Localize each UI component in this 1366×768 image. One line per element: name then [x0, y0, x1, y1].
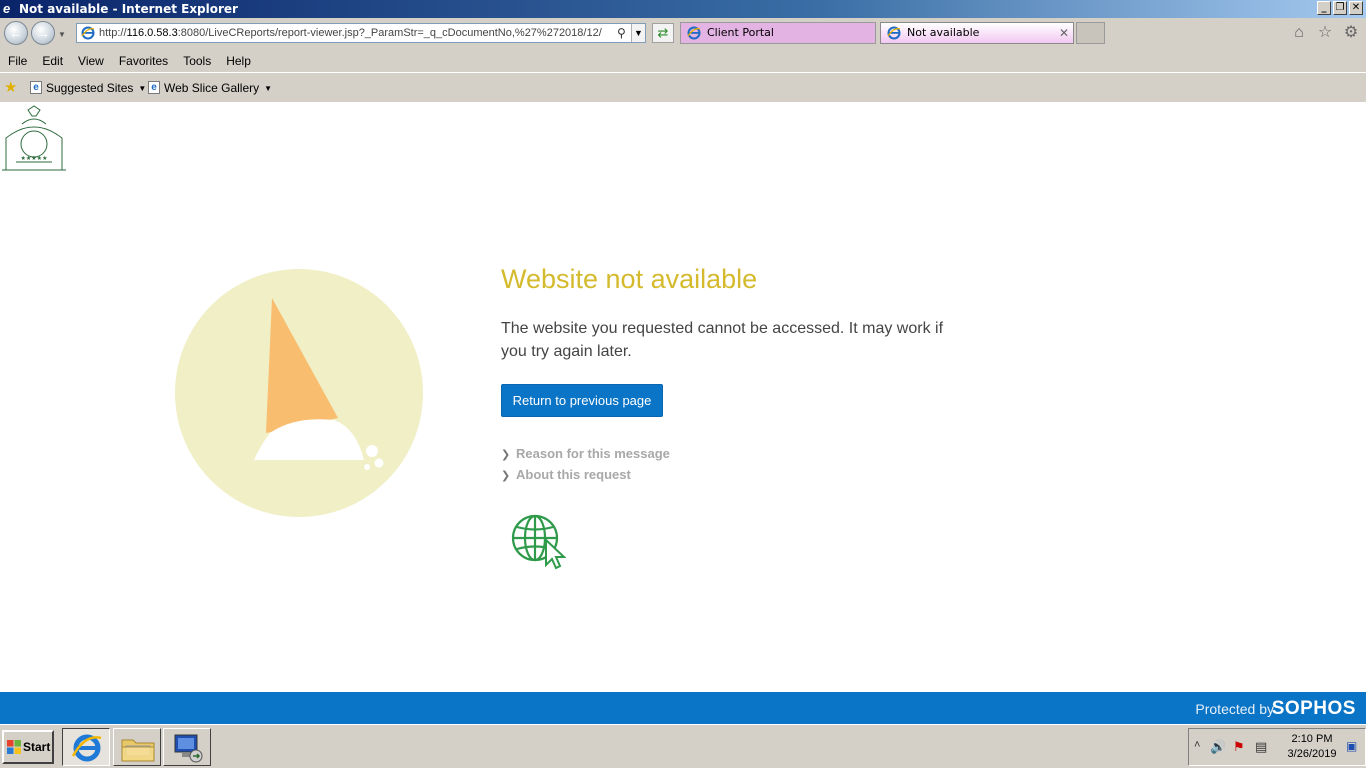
sophos-footer: Protected by SOPHOS — [0, 692, 1366, 724]
web-slice-gallery-label: Web Slice Gallery — [164, 81, 260, 95]
internet-explorer-icon — [71, 734, 102, 762]
clock[interactable]: 2:10 PM 3/26/2019 — [1281, 732, 1343, 762]
show-desktop-icon[interactable]: ▣ — [1346, 739, 1357, 753]
return-previous-page-button[interactable]: Return to previous page — [501, 384, 663, 417]
error-message: The website you requested cannot be acce… — [501, 320, 944, 360]
navigation-bar: ← → ▼ http://116.0.58.3:8080/LiveCReport… — [0, 18, 1366, 50]
menu-edit[interactable]: Edit — [42, 50, 63, 72]
ie-page-icon — [687, 26, 701, 40]
history-dropdown-icon[interactable]: ▼ — [58, 30, 66, 39]
close-tab-icon[interactable]: ✕ — [1059, 23, 1069, 43]
add-favorite-star-icon[interactable]: ★ — [4, 80, 17, 95]
favorites-star-icon[interactable]: ☆ — [1316, 24, 1334, 42]
menu-tools[interactable]: Tools — [183, 50, 211, 72]
ie-page-icon — [81, 26, 95, 40]
back-arrow-icon: ← — [9, 25, 23, 41]
volume-icon[interactable]: 🔊 — [1210, 739, 1226, 755]
clock-date: 3/26/2019 — [1287, 748, 1337, 760]
minimize-button[interactable]: _ — [1317, 1, 1331, 15]
home-icon[interactable]: ⌂ — [1290, 24, 1308, 42]
restore-button[interactable]: ❐ — [1333, 1, 1347, 15]
page-content: ★★★★★ Website not available The website … — [0, 102, 1366, 692]
close-window-button[interactable]: ✕ — [1349, 1, 1363, 15]
protected-by-text: Protected by — [1195, 701, 1274, 717]
title-bar: e Not available - Internet Explorer _ ❐ … — [0, 0, 1366, 18]
menu-file[interactable]: File — [8, 50, 27, 72]
new-tab-button[interactable] — [1076, 22, 1105, 44]
ie-page-icon: e — [148, 81, 160, 94]
menu-help[interactable]: Help — [226, 50, 251, 72]
organization-seal-logo: ★★★★★ — [2, 105, 66, 171]
error-illustration — [175, 269, 423, 517]
window-controls: _ ❐ ✕ — [1317, 1, 1363, 15]
search-icon[interactable]: ⚲ — [617, 24, 626, 42]
error-heading: Website not available — [501, 264, 758, 294]
taskbar: Start ˄ 🔊 ⚑ ▤ 2:10 PM 3/26/2019 ▣ — [0, 724, 1366, 768]
refresh-icon: ⇄ — [657, 25, 669, 40]
tab-label: Client Portal — [707, 26, 774, 39]
globe-cursor-icon — [511, 514, 566, 570]
forward-button[interactable]: → — [31, 21, 55, 45]
folder-icon — [121, 739, 155, 762]
svg-text:★★★★★: ★★★★★ — [21, 155, 48, 162]
start-label: Start — [23, 740, 51, 754]
ie-logo-icon: e — [3, 1, 11, 16]
ie-page-icon — [887, 26, 901, 40]
taskbar-remote-desktop[interactable] — [163, 728, 211, 766]
menu-favorites[interactable]: Favorites — [119, 50, 168, 72]
about-request-label: About this request — [516, 467, 631, 482]
gear-icon[interactable]: ⚙ — [1342, 24, 1360, 42]
tab-client-portal[interactable]: Client Portal — [680, 22, 876, 44]
back-button[interactable]: ← — [4, 21, 28, 45]
chevron-right-icon: ❯ — [501, 449, 511, 461]
chevron-right-icon: ❯ — [501, 470, 511, 482]
suggested-sites-link[interactable]: e Suggested Sites ▼ — [30, 81, 146, 96]
address-dropdown-icon[interactable]: ▼ — [631, 24, 645, 42]
action-center-flag-icon[interactable]: ⚑ — [1233, 739, 1245, 755]
browser-tools: ⌂ ☆ ⚙ — [1290, 24, 1360, 42]
network-icon[interactable]: ▤ — [1255, 739, 1267, 755]
tab-label: Not available — [907, 26, 980, 39]
reason-for-message-label: Reason for this message — [516, 446, 670, 461]
reason-for-message-link[interactable]: ❯ Reason for this message — [501, 446, 670, 461]
clock-time: 2:10 PM — [1291, 733, 1333, 745]
show-hidden-icons-icon[interactable]: ˄ — [1194, 739, 1200, 751]
remote-desktop-icon — [174, 734, 203, 763]
sophos-logo: SOPHOS — [1271, 698, 1356, 719]
favorites-bar: ★ e Suggested Sites ▼ e Web Slice Gallery ▼ — [0, 72, 1366, 102]
menu-view[interactable]: View — [78, 50, 104, 72]
suggested-sites-label: Suggested Sites — [46, 81, 134, 95]
web-slice-gallery-link[interactable]: e Web Slice Gallery ▼ — [148, 81, 272, 96]
start-button[interactable]: Start — [2, 730, 54, 764]
address-bar[interactable]: http://116.0.58.3:8080/LiveCReports/repo… — [76, 23, 646, 43]
windows-logo-icon — [7, 740, 21, 754]
taskbar-file-explorer[interactable] — [113, 728, 161, 766]
menu-bar: File Edit View Favorites Tools Help — [0, 50, 1366, 72]
about-request-link[interactable]: ❯ About this request — [501, 467, 631, 482]
refresh-button[interactable]: ⇄ — [652, 23, 674, 43]
window-title: Not available - Internet Explorer — [19, 2, 238, 16]
system-tray: ˄ 🔊 ⚑ ▤ 2:10 PM 3/26/2019 ▣ — [1188, 728, 1366, 766]
tab-not-available[interactable]: Not available ✕ — [880, 22, 1074, 44]
ie-page-icon: e — [30, 81, 42, 94]
taskbar-internet-explorer[interactable] — [62, 728, 110, 766]
dropdown-arrow-icon: ▼ — [264, 83, 273, 93]
address-url[interactable]: http://116.0.58.3:8080/LiveCReports/repo… — [99, 24, 619, 42]
dropdown-arrow-icon: ▼ — [138, 83, 147, 93]
forward-arrow-icon: → — [36, 25, 50, 41]
